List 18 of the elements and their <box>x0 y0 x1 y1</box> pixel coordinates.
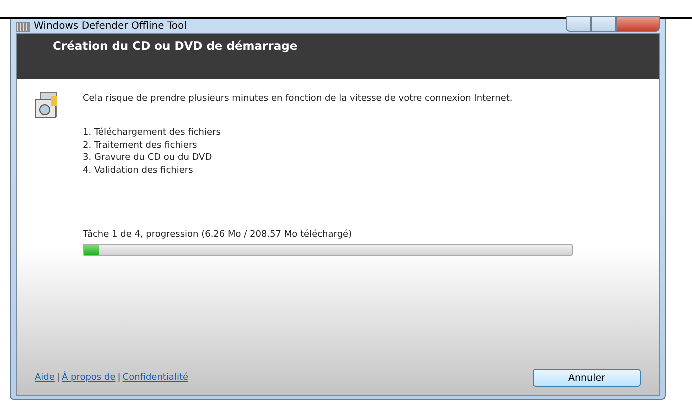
app-icon <box>16 20 30 32</box>
footer-link[interactable]: À propos de <box>62 373 116 383</box>
progress-label: Tâche 1 de 4, progression (6.26 Mo / 208.57 Mo téléchargé) <box>83 230 354 240</box>
window-title: Windows Defender Offline Tool <box>34 20 187 32</box>
header-title: Création du CD ou DVD de démarrage <box>53 39 298 53</box>
footer-link[interactable]: Aide <box>35 373 55 383</box>
step-item: 2. Traitement des fichiers <box>83 140 198 152</box>
maximize-button[interactable] <box>591 16 616 32</box>
cancel-button[interactable]: Annuler <box>533 369 641 387</box>
step-item: 1. Téléchargement des fichiers <box>83 127 222 140</box>
minimize-button[interactable] <box>566 16 591 32</box>
step-item: 4. Validation des fichiers <box>83 164 194 177</box>
link-separator: | <box>56 373 60 383</box>
link-separator: | <box>118 373 121 383</box>
footer-link[interactable]: Confidentialité <box>122 373 189 383</box>
step-item: 3. Gravure du CD ou du DVD <box>83 152 214 164</box>
close-button[interactable] <box>616 16 660 32</box>
info-message: Cela risque de prendre plusieurs minutes en fonction de la vitesse de votre connexion Internet. <box>83 94 514 104</box>
